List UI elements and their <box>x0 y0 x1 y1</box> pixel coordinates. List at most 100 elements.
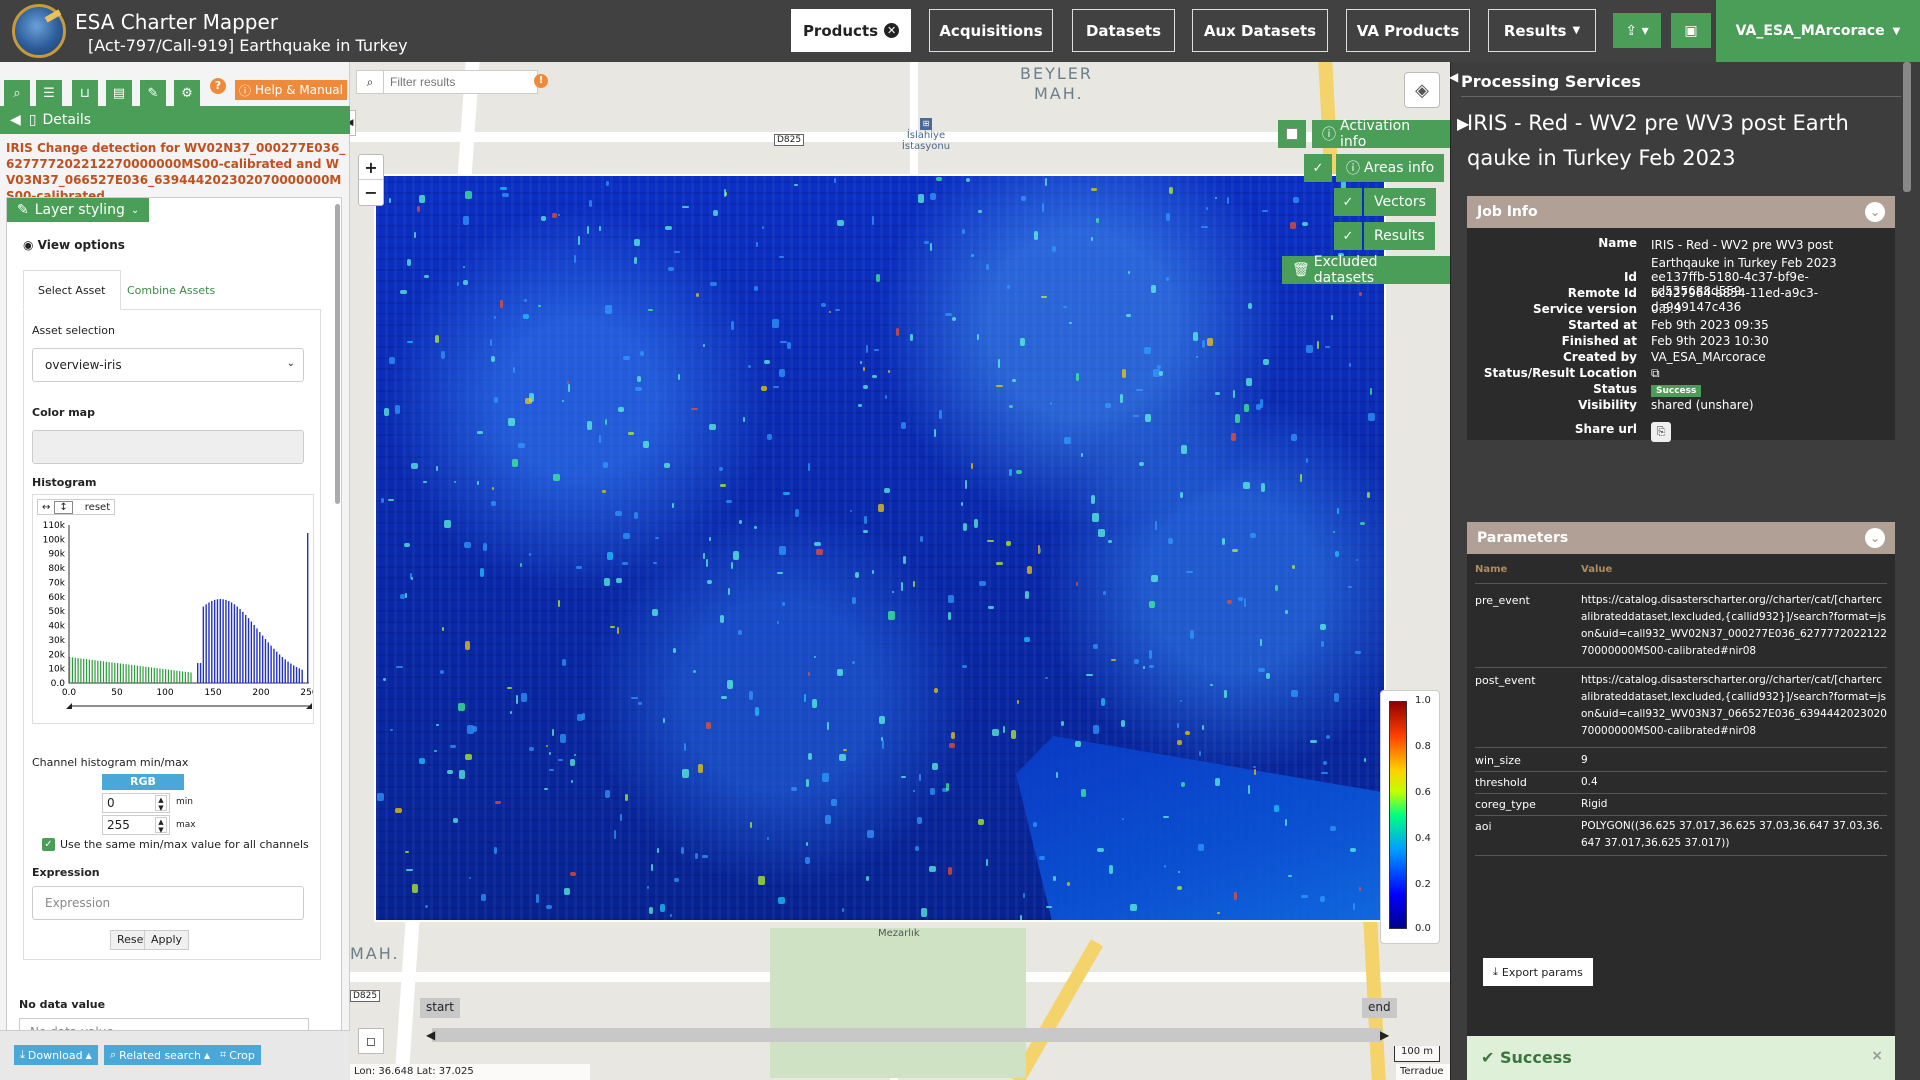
change-hotspot <box>1130 904 1137 911</box>
asset-select-value: overview-iris <box>45 358 122 372</box>
view-options-toggle[interactable]: ◉ View options <box>23 238 125 252</box>
change-hotspot <box>837 220 844 226</box>
nav-aux-datasets-tab[interactable]: Aux Datasets <box>1192 9 1328 52</box>
apply-button[interactable]: Apply <box>144 930 190 950</box>
timeline-start-label[interactable]: start <box>420 998 460 1018</box>
layer-styling-header[interactable]: ✎ Layer styling ⌄ <box>7 198 150 222</box>
external-link-icon[interactable]: ⧉ <box>1651 366 1891 381</box>
vectors-button[interactable]: Vectors <box>1364 188 1436 216</box>
map-attribution[interactable]: Terradue <box>1396 1064 1450 1080</box>
filter-warning-icon[interactable]: ! <box>534 74 548 88</box>
pan-horizontal-icon[interactable]: ↔ <box>38 502 54 513</box>
app-logo[interactable] <box>12 4 66 58</box>
nav-datasets-tab[interactable]: Datasets <box>1072 9 1175 52</box>
change-hotspot <box>574 255 576 263</box>
legend-colorbar <box>1389 701 1407 929</box>
basket-tool-button[interactable]: ⊔ <box>72 80 98 106</box>
close-icon[interactable]: ✕ <box>884 23 900 38</box>
filter-results-input[interactable] <box>383 71 533 93</box>
download-button[interactable]: ⤓ Download ▲ <box>14 1045 98 1065</box>
histogram-bar-blue <box>247 618 250 683</box>
change-hotspot <box>1009 469 1012 476</box>
tab-select-asset[interactable]: Select Asset <box>23 270 121 310</box>
stepper-arrows-icon[interactable]: ▲ ▼ <box>155 795 167 812</box>
search-tool-button[interactable]: ⌕ <box>4 80 30 106</box>
change-hotspot <box>839 754 846 761</box>
map-view[interactable]: BEYLER MAH. MAH. ⊞ İslahiye İstasyonu D8… <box>350 62 1450 1080</box>
change-hotspot <box>516 695 518 704</box>
checkbox-empty-icon <box>1286 128 1298 140</box>
timeline-track[interactable] <box>432 1028 1382 1042</box>
collapse-left-panel-button[interactable]: ◀ <box>350 110 356 136</box>
settings-tool-button[interactable]: ⚙ <box>174 80 200 106</box>
job-info-header[interactable]: Job Info ⌄ <box>1467 196 1895 228</box>
timeline-slider[interactable]: start end ◀ ▶ <box>420 998 1420 1054</box>
copy-icon[interactable]: ⎘ <box>1651 422 1671 442</box>
nav-results-dropdown[interactable]: Results ▼ <box>1488 9 1596 52</box>
color-map-select[interactable] <box>32 430 304 464</box>
archive-tool-button[interactable]: ▤ <box>106 80 132 106</box>
change-hotspot <box>930 243 932 251</box>
tab-combine-assets[interactable]: Combine Assets <box>113 270 229 310</box>
timeline-end-label[interactable]: end <box>1362 998 1397 1018</box>
zoom-out-button[interactable]: − <box>359 180 383 205</box>
same-minmax-checkbox[interactable]: ✓ <box>42 838 55 851</box>
collapse-right-panel-icon[interactable]: ◀ <box>1449 70 1458 84</box>
change-hotspot <box>653 562 657 564</box>
change-hotspot <box>934 688 938 693</box>
results-checkbox[interactable]: ✓ <box>1334 222 1362 250</box>
help-manual-button[interactable]: ⓘ Help & Manual <box>235 80 347 100</box>
asset-select[interactable]: overview-iris ⌄ <box>32 348 304 382</box>
timeline-end-handle[interactable]: ▶ <box>1380 1028 1389 1042</box>
filter-results-box[interactable]: ⌕ <box>356 70 538 94</box>
crop-button[interactable]: ⌗ Crop <box>214 1045 261 1065</box>
nav-acquisitions-tab[interactable]: Acquisitions <box>929 9 1053 52</box>
nav-products-tab[interactable]: Products ✕ <box>791 9 911 52</box>
histogram-chart[interactable]: ↔ ↕ reset 110k 100k 90k 80k 70k 60k 50k 40k 30k 2… <box>32 494 314 724</box>
upload-button[interactable]: ⇪ ▾ <box>1613 13 1661 48</box>
layers-switcher-button[interactable]: ◈ <box>1404 72 1440 108</box>
change-hotspot <box>521 693 527 702</box>
help-question-icon[interactable]: ? <box>210 78 226 94</box>
max-input[interactable]: 255 ▲ ▼ <box>102 815 170 835</box>
activation-info-checkbox[interactable] <box>1278 120 1306 148</box>
areas-info-checkbox[interactable]: ✓ <box>1304 154 1332 182</box>
left-scrollbar[interactable] <box>335 204 340 504</box>
results-button[interactable]: Results <box>1364 222 1435 250</box>
areas-info-button[interactable]: ⓘ Areas info <box>1336 154 1445 182</box>
job-field-label: Started at <box>1568 318 1637 332</box>
list-tool-button[interactable]: ☰ <box>36 80 62 106</box>
min-input[interactable]: 0 ▲ ▼ <box>102 793 170 813</box>
change-hotspot <box>407 259 411 266</box>
excluded-datasets-button[interactable]: 🗑 Excluded datasets <box>1282 254 1450 286</box>
change-hotspot <box>719 467 723 471</box>
user-menu[interactable]: VA_ESA_MArcorace ▼ <box>1716 0 1920 62</box>
nav-va-products-tab[interactable]: VA Products <box>1346 9 1470 52</box>
draw-area-button[interactable]: ◻ <box>358 1028 384 1054</box>
histogram-reset-label[interactable]: reset <box>81 502 114 513</box>
parameters-header[interactable]: Parameters ⌄ <box>1467 522 1895 554</box>
close-icon[interactable]: × <box>1871 1048 1883 1064</box>
timeline-start-handle[interactable]: ◀ <box>426 1028 435 1042</box>
activation-info-button[interactable]: ⓘ Activation info <box>1312 118 1450 150</box>
change-hotspot <box>1012 379 1016 382</box>
related-search-button[interactable]: ⌕ Related search ▲ <box>104 1045 217 1065</box>
export-params-button[interactable]: ⤓ Export params <box>1483 958 1593 986</box>
change-hotspot <box>657 848 659 853</box>
station-label: ⊞ İslahiye İstasyonu <box>896 118 956 152</box>
caret-right-icon[interactable]: ▶ <box>1457 106 1469 141</box>
pan-vertical-icon[interactable]: ↕ <box>54 500 73 514</box>
histogram-bar-green <box>114 662 116 683</box>
change-hotspot <box>678 374 680 380</box>
search-icon: ⌕ <box>110 1048 117 1061</box>
details-header[interactable]: ◀ ▯ Details <box>0 106 350 134</box>
iris-change-raster[interactable] <box>374 174 1386 922</box>
histogram-bar-blue <box>213 599 216 683</box>
briefcase-button[interactable]: ▣ <box>1671 13 1711 48</box>
expression-input[interactable]: Expression <box>32 886 304 920</box>
stepper-arrows-icon[interactable]: ▲ ▼ <box>155 817 167 834</box>
zoom-in-button[interactable]: + <box>359 155 383 180</box>
right-scrollbar[interactable] <box>1903 62 1911 192</box>
edit-tool-button[interactable]: ✎ <box>140 80 166 106</box>
vectors-checkbox[interactable]: ✓ <box>1334 188 1362 216</box>
